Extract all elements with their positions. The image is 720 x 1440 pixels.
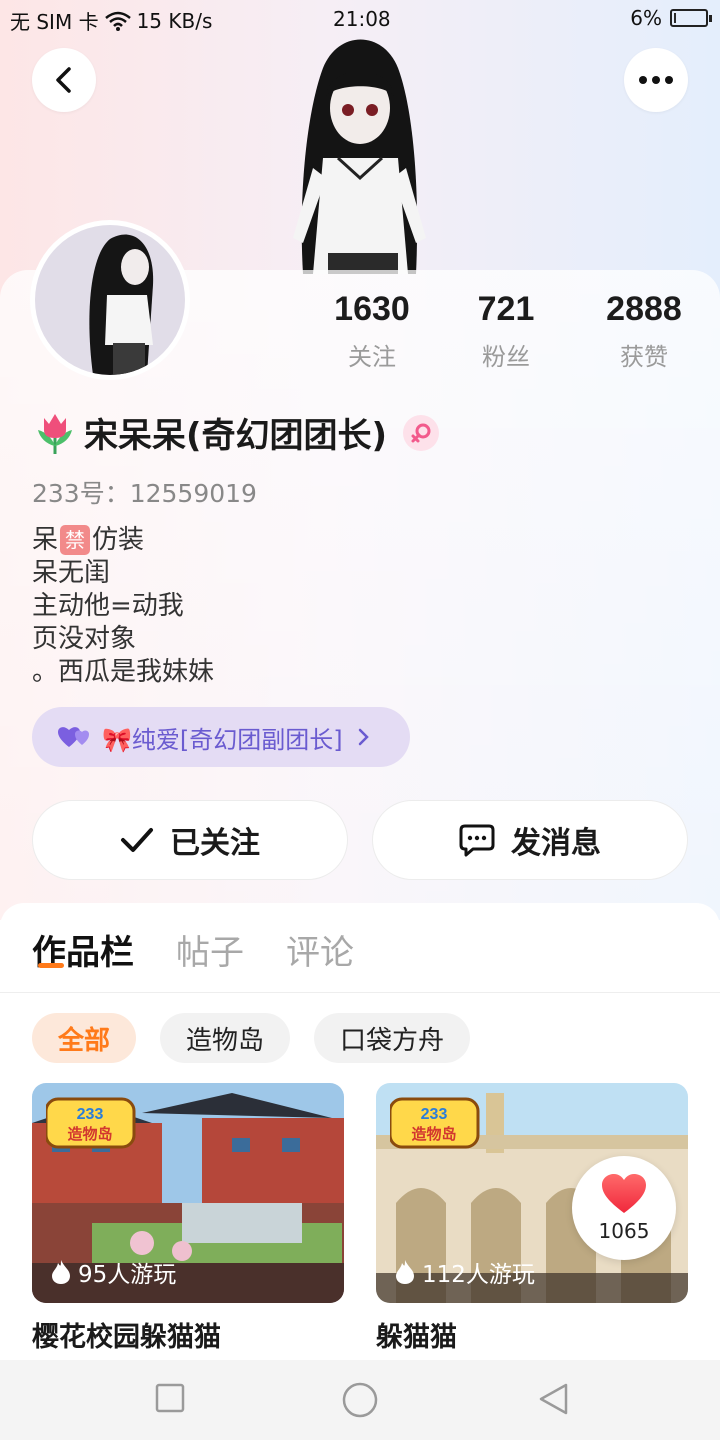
stat-value: 2888 — [606, 290, 682, 328]
bio-text: 呆 — [32, 525, 59, 555]
status-bar: 无 SIM 卡 15 KB/s 21:08 6% — [0, 0, 720, 38]
filter-all[interactable]: 全部 — [32, 1013, 137, 1063]
cp-label: 🎀纯爱[奇幻团副团长] — [102, 725, 343, 754]
cp-relationship-pill[interactable]: 🎀纯爱[奇幻团副团长] — [32, 707, 410, 767]
work-thumbnail[interactable]: 233 造物岛 95人游玩 — [32, 1083, 344, 1303]
svg-text:233: 233 — [77, 1106, 104, 1123]
message-icon — [459, 824, 495, 857]
bio-line: 页没对象 — [32, 624, 137, 654]
fire-icon — [396, 1260, 414, 1284]
bio-line: 呆禁仿装 — [32, 524, 214, 557]
bio-line: 。西瓜是我妹妹 — [32, 657, 215, 687]
stat-label: 获赞 — [620, 343, 668, 371]
wifi-icon — [104, 11, 131, 31]
user-id: 233号：12559019 — [32, 479, 257, 508]
profile-tabs: 作品栏 帖子 评论 — [32, 925, 354, 974]
battery-icon — [670, 9, 712, 27]
tulip-icon — [38, 413, 72, 454]
like-count: 1065 — [598, 1219, 650, 1243]
avatar-image — [35, 225, 185, 375]
avatar[interactable] — [30, 220, 190, 380]
play-count: 95人游玩 — [50, 1255, 176, 1289]
home-circle-icon[interactable] — [340, 1380, 380, 1420]
status-left: 无 SIM 卡 15 KB/s — [10, 6, 212, 35]
tabs-divider — [0, 992, 720, 993]
stat-label: 粉丝 — [482, 343, 530, 371]
character-figure-image — [293, 39, 426, 274]
works-panel: 作品栏 帖子 评论 全部 造物岛 口袋方舟 233 造物岛 95人游玩 樱花校园… — [0, 903, 720, 1363]
filter-pocket-ark[interactable]: 口袋方舟 — [314, 1013, 471, 1063]
check-icon — [121, 828, 153, 852]
svg-text:造物岛: 造物岛 — [67, 1125, 112, 1143]
like-button[interactable]: 1065 — [572, 1156, 676, 1260]
stat-value: 1630 — [334, 290, 410, 328]
heart-icon — [602, 1174, 646, 1213]
clock: 21:08 — [333, 7, 391, 31]
svg-text:造物岛: 造物岛 — [411, 1125, 456, 1143]
stat-value: 721 — [477, 290, 535, 328]
send-message-button[interactable]: 发消息 — [372, 800, 688, 880]
play-count-label: 112人游玩 — [422, 1262, 535, 1288]
bio-line: 主动他=动我 — [32, 591, 184, 621]
sim-status: 无 SIM 卡 — [10, 10, 99, 34]
work-card[interactable]: 233 造物岛 95人游玩 樱花校园躲猫猫 — [32, 1083, 344, 1354]
banned-emoji-badge: 禁 — [60, 525, 91, 555]
more-button[interactable] — [624, 48, 688, 112]
filter-creation-island[interactable]: 造物岛 — [160, 1013, 291, 1063]
play-count-label: 95人游玩 — [78, 1262, 177, 1288]
active-tab-indicator — [38, 963, 64, 968]
fire-icon — [52, 1260, 70, 1284]
tab-comments[interactable]: 评论 — [286, 925, 354, 974]
status-right: 6% — [630, 6, 712, 30]
female-icon — [411, 423, 431, 442]
work-title[interactable]: 樱花校园躲猫猫 — [32, 1315, 344, 1354]
bio-line: 呆无闺 — [32, 558, 111, 588]
network-speed: 15 KB/s — [136, 8, 213, 33]
tab-posts[interactable]: 帖子 — [176, 925, 244, 974]
recents-square-icon[interactable] — [154, 1382, 186, 1416]
profile-name: 宋呆呆(奇幻团团长) — [84, 416, 388, 456]
battery-percent: 6% — [630, 6, 662, 30]
double-heart-icon — [58, 727, 89, 747]
profile-name-row: 宋呆呆(奇幻团团长) — [32, 408, 440, 457]
svg-text:233: 233 — [421, 1106, 448, 1123]
system-nav-bar — [0, 1360, 720, 1440]
play-count: 112人游玩 — [394, 1255, 535, 1289]
chevron-left-icon — [56, 67, 71, 93]
stat-likes[interactable]: 2888 获赞 — [590, 290, 698, 372]
send-message-label: 发消息 — [511, 826, 601, 861]
filter-chips: 全部 造物岛 口袋方舟 — [32, 1013, 471, 1063]
work-title[interactable]: 躲猫猫 — [376, 1315, 688, 1354]
chevron-right-icon — [358, 728, 369, 746]
stat-following[interactable]: 1630 关注 — [322, 290, 422, 372]
profile-bio: 呆禁仿装 呆无闺 主动他=动我 页没对象 。西瓜是我妹妹 — [32, 524, 214, 689]
following-button[interactable]: 已关注 — [32, 800, 348, 880]
creation-island-badge: 233 造物岛 — [46, 1097, 136, 1149]
creation-island-badge: 233 造物岛 — [390, 1097, 480, 1149]
more-dots-icon — [639, 76, 673, 84]
avatar-character-icon — [89, 234, 154, 375]
bio-text: 仿装 — [92, 525, 145, 555]
stat-label: 关注 — [348, 343, 396, 371]
battery-level — [674, 13, 676, 23]
female-gender-badge — [403, 414, 440, 451]
back-triangle-icon[interactable] — [536, 1382, 572, 1418]
stat-followers[interactable]: 721 粉丝 — [456, 290, 556, 372]
back-button[interactable] — [32, 48, 96, 112]
following-label: 已关注 — [170, 826, 260, 861]
